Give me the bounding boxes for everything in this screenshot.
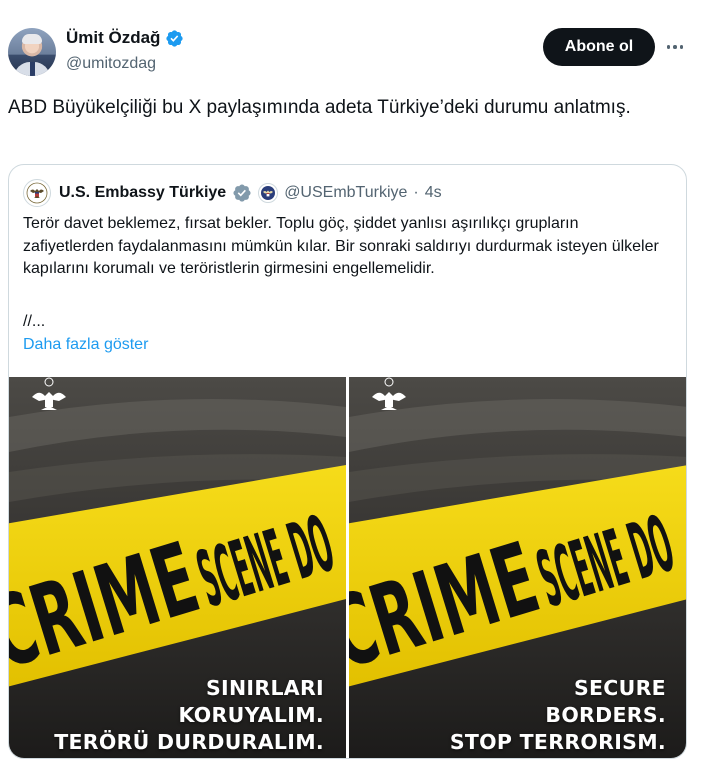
verified-badge-icon[interactable] (165, 29, 184, 48)
quoted-author-handle[interactable]: @USEmbTurkiye (284, 184, 407, 202)
caption-line: SECURE (573, 676, 666, 700)
avatar-hair (22, 34, 42, 44)
caption-line: BORDERS. (545, 703, 666, 727)
show-more-link[interactable]: Daha fazla göster (23, 336, 148, 354)
avatar-tie (30, 62, 35, 76)
embassy-seal-avatar[interactable] (23, 179, 51, 207)
follow-button[interactable]: Abone ol (543, 28, 655, 66)
government-badge-icon[interactable] (232, 183, 252, 203)
embassy-seal-watermark-icon (32, 377, 66, 410)
author-avatar[interactable] (8, 28, 56, 76)
media-image-1[interactable]: CRIME SCENE DO SINIRLARI KORUYALIM. TERÖ… (9, 377, 346, 758)
caption-line: STOP TERRORISM. (449, 730, 666, 754)
tweet-header: Ümit Özdağ @umitozdag Abone ol (0, 0, 708, 90)
us-seal-icon (261, 186, 276, 200)
caption-line: SINIRLARI (205, 676, 324, 700)
dot (673, 45, 677, 49)
affiliation-seal-icon[interactable] (258, 183, 279, 203)
author-name-row: Ümit Özdağ (66, 28, 184, 48)
media-image-2[interactable]: CRIME SCENE DO SECURE BORDERS. STOP TERR… (349, 377, 686, 758)
dot (679, 45, 684, 49)
author-name[interactable]: Ümit Özdağ (66, 28, 160, 48)
image-caption-2: SECURE BORDERS. STOP TERRORISM. (450, 675, 666, 756)
caption-line: TERÖRÜ DURDURALIM. (54, 730, 324, 754)
separator-dot: · (413, 184, 419, 201)
more-options-icon[interactable] (664, 36, 686, 58)
tweet-text: ABD Büyükelçiliği bu X paylaşımında adet… (8, 97, 631, 118)
author-handle[interactable]: @umitozdag (66, 55, 156, 73)
quoted-tweet[interactable]: U.S. Embassy Türkiye @USEmbTurkiye · 4s … (8, 164, 687, 759)
quoted-tweet-ellipsis: //... (23, 313, 46, 330)
embassy-seal-watermark-icon (372, 377, 406, 410)
quoted-tweet-header: U.S. Embassy Türkiye @USEmbTurkiye · 4s (23, 179, 442, 207)
image-caption-1: SINIRLARI KORUYALIM. TERÖRÜ DURDURALIM. (54, 675, 324, 756)
eagle-seal-icon (26, 182, 48, 204)
quoted-tweet-text: Terör davet beklemez, fırsat bekler. Top… (23, 215, 659, 277)
quoted-author-name[interactable]: U.S. Embassy Türkiye (59, 184, 226, 202)
post-time[interactable]: 4s (425, 184, 442, 202)
dot (666, 45, 671, 49)
caption-line: KORUYALIM. (178, 703, 324, 727)
